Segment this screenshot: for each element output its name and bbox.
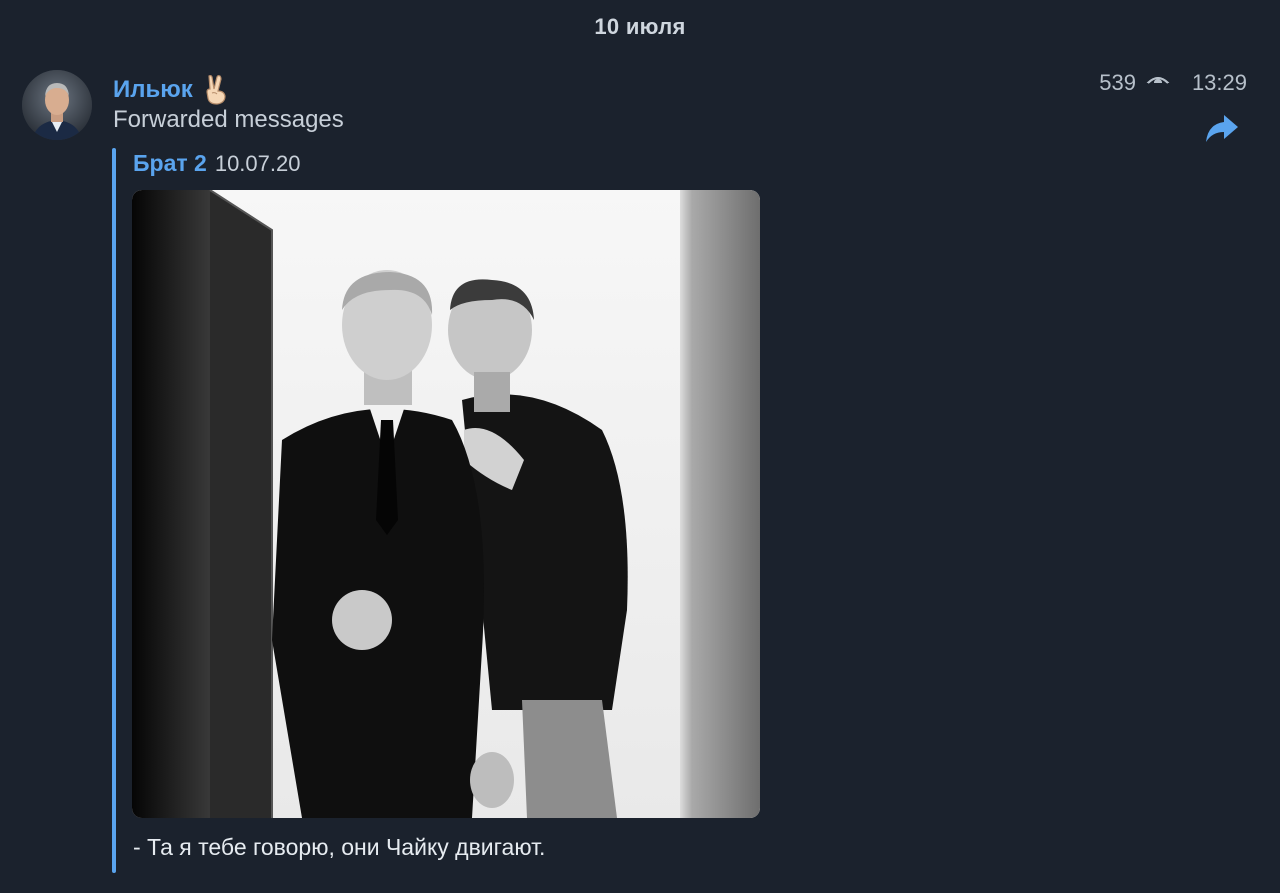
message-meta: 539 13:29 — [1099, 70, 1247, 96]
author-name[interactable]: Ильюк — [113, 74, 229, 106]
forward-source: Брат 2 10.07.20 — [133, 150, 300, 177]
share-button[interactable] — [1204, 112, 1240, 144]
forwarded-messages-label: Forwarded messages — [113, 106, 344, 133]
date-separator: 10 июля — [594, 14, 686, 39]
forward-source-date: 10.07.20 — [214, 151, 301, 176]
forward-source-name[interactable]: Брат 2 — [133, 150, 207, 177]
message-photo[interactable] — [132, 190, 760, 818]
eye-icon — [1145, 73, 1170, 93]
share-arrow-icon — [1206, 115, 1238, 142]
avatar[interactable] — [22, 70, 92, 140]
forward-quote-bar — [112, 148, 116, 873]
message-time: 13:29 — [1191, 70, 1247, 95]
victory-hand-icon — [203, 74, 229, 106]
view-count: 539 — [1099, 70, 1136, 95]
message-caption: - Та я тебе говорю, они Чайку двигают. — [133, 834, 546, 860]
author-name-label[interactable]: Ильюк — [113, 76, 193, 104]
